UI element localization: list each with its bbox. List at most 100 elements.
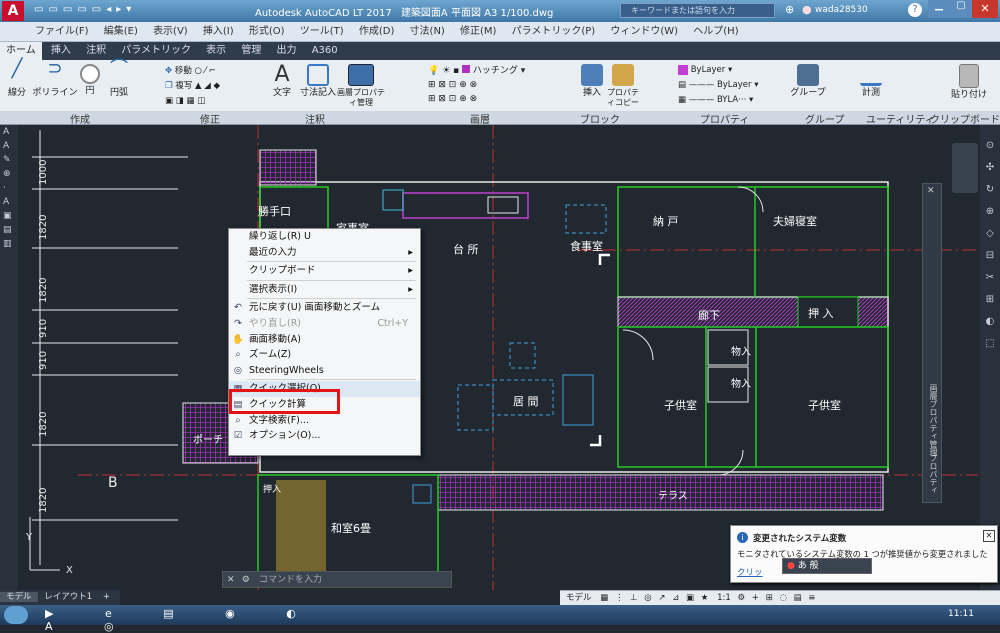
menu-dimension[interactable]: 寸法(N) [410,22,445,41]
dimension-tool[interactable]: 寸法記入 [298,64,338,98]
status-tools[interactable]: ▦ ⋮ ⊥ ◎ ↗ ⊿ ▣ ★ [600,593,710,603]
panel-properties[interactable]: プロパティ [700,111,749,126]
menu-item-undo[interactable]: ↶ 元に戻す(U) 画面移動とズーム [229,300,420,316]
menu-tools[interactable]: ツール(T) [300,22,344,41]
tab-model[interactable]: モデル [0,592,38,602]
text-tool[interactable]: A 文字 [270,64,294,99]
layer-properties-palette[interactable]: ✕ 画層プロパティ管理 プロパティ [922,183,942,503]
close-button[interactable]: ✕ [972,0,998,18]
tab-view[interactable]: 表示 [200,42,232,60]
room-label: 子供室 [808,398,841,412]
menu-insert[interactable]: 挿入(I) [203,22,234,41]
clock[interactable]: 11:11 [948,609,974,619]
arc-tool[interactable]: ⌒ 円弧 [104,60,134,99]
ime-icon: ● [787,561,795,571]
submenu-arrow-icon: ▸ [408,283,413,295]
circle-tool[interactable]: 円 [79,64,101,96]
username[interactable]: wada28530 [815,5,868,15]
status-tools-right[interactable]: ⚙ + ⊞ ◌ ▤ ≡ [737,593,817,603]
submenu-arrow-icon: ▸ [408,246,413,258]
room-label: 物入 [731,377,751,390]
menu-draw[interactable]: 作成(D) [359,22,395,41]
paste-tool[interactable]: 貼り付け [950,64,988,100]
panel-draw[interactable]: 作成 [70,111,90,126]
match-properties-tool[interactable]: プロパティコピー [605,64,641,108]
panel-clipboard[interactable]: クリップボード [930,111,1000,126]
dimension-text: 1820 [38,278,49,303]
minimize-button[interactable]: ▁ [928,0,950,18]
panel-layers[interactable]: 画層 [470,111,490,126]
drawing-canvas[interactable]: 勝手口 家事室 台 所 食事室 納 戸 夫婦寝室 廊下 押 入 物入 物入 居 … [18,125,980,590]
ribbon-tabs: ホーム 挿入 注釈 パラメトリック 表示 管理 出力 A360 [0,42,1000,60]
right-tool-icons[interactable]: ⊙ ✣ ↻ ⊕ ◇ ⊟ ✂ ⊞ ◐ ⬚ [980,125,1000,355]
menu-format[interactable]: 形式(O) [249,22,285,41]
palette-close-icon[interactable]: ✕ [927,186,935,196]
insert-block-tool[interactable]: 挿入 [575,64,609,98]
line-tool[interactable]: ╱ 線分 [4,60,30,99]
command-line[interactable]: ✕ ⚙ コマンドを入力 [222,571,452,588]
dimension-text: 1820 [38,215,49,240]
menu-help[interactable]: ヘルプ(H) [693,22,738,41]
command-input[interactable]: コマンドを入力 [259,575,322,585]
notification-close-button[interactable]: ✕ [983,530,995,542]
panel-modify[interactable]: 修正 [200,111,220,126]
navigation-bar[interactable] [952,143,978,193]
ime-toolbar[interactable]: ● あ 般 [782,558,872,574]
tab-annotate[interactable]: 注釈 [80,42,112,60]
modify-small-tools[interactable]: ✥ 移動 ○ ⁄ ⌐ ❐ 複写 ▲ ◢ ◆ ▣ ◨ ▦ ◫ [165,64,270,114]
taskbar-apps[interactable]: ▶ e ▤ ◉ ◐ A ◎ [45,607,375,633]
menu-item-repeat[interactable]: 繰り返し(R) U [229,229,420,245]
menu-file[interactable]: ファイル(F) [35,22,89,41]
tab-layout1[interactable]: レイアウト1 [40,592,96,602]
maximize-button[interactable]: ▢ [950,0,972,18]
command-wrench-icon[interactable]: ⚙ [242,575,250,585]
menu-item-selection-display[interactable]: 選択表示(I) ▸ [229,282,420,298]
measure-tool[interactable]: 計測 [858,64,884,98]
group-tool[interactable]: グループ [788,64,828,98]
panel-block[interactable]: ブロック [580,111,620,126]
layer-properties-tool[interactable]: 画層プロパティ管理 [335,64,387,108]
add-layout-icon[interactable]: + [99,592,114,602]
panel-utilities[interactable]: ユーティリティ [866,111,935,126]
menu-window[interactable]: ウィンドウ(W) [610,22,678,41]
binoculars-icon[interactable]: ⊕ [785,3,794,16]
model-space-button[interactable]: モデル [566,593,592,603]
help-icon[interactable]: ? [908,3,922,17]
layer-controls[interactable]: 💡 ☀ ▪ ハッチング ▾ ⊞ ⊠ ⊡ ⊕ ⊗ ⊞ ⊠ ⊡ ⊕ ⊗ [428,64,568,114]
menu-item-pan[interactable]: ✋ 画面移動(A) [229,332,420,348]
start-button[interactable] [4,606,28,624]
menu-item-recent-input[interactable]: 最近の入力 ▸ [229,245,420,261]
grid-label-b: B [108,475,118,491]
menu-item-find-text[interactable]: ⌕ 文字検索(F)... [229,413,420,429]
menu-view[interactable]: 表示(V) [153,22,188,41]
room-label: 台 所 [453,242,479,256]
properties-controls[interactable]: ByLayer ▾ ▤ ——— ByLayer ▾ ▦ ——— BYLA··· … [678,63,788,115]
polyline-tool[interactable]: ⊃ ポリライン [32,60,78,99]
quick-access-toolbar[interactable]: ▭▭▭▭▭◂▸▾ [34,4,184,18]
tab-a360[interactable]: A360 [306,42,344,60]
menu-item-steeringwheels[interactable]: ◎ SteeringWheels [229,363,420,379]
menu-item-clipboard[interactable]: クリップボード ▸ [229,263,420,279]
menu-parametric[interactable]: パラメトリック(P) [512,22,596,41]
menu-item-redo[interactable]: ↷ やり直し(R) Ctrl+Y [229,316,420,332]
notification-link[interactable]: クリッ [737,566,763,578]
annotation-scale[interactable]: 1:1 [717,593,731,603]
tab-output[interactable]: 出力 [271,42,303,60]
status-bar: モデル ▦ ⋮ ⊥ ◎ ↗ ⊿ ▣ ★ 1:1 ⚙ + ⊞ ◌ ▤ ≡ [560,590,1000,605]
panel-annotate[interactable]: 注釈 [305,111,325,126]
document-title: 建築図面A 平面図 A3 1/100.dwg [400,8,554,19]
info-icon: i [737,532,748,543]
menu-separator [247,298,416,300]
command-close-icon[interactable]: ✕ [227,575,235,585]
user-icon[interactable]: ● [802,3,812,16]
menu-edit[interactable]: 編集(E) [104,22,138,41]
tab-manage[interactable]: 管理 [235,42,267,60]
menu-item-zoom[interactable]: ⌕ ズーム(Z) [229,347,420,363]
menu-separator [247,279,416,281]
menu-item-options[interactable]: ☑ オプション(O)... [229,428,420,444]
panel-groups[interactable]: グループ [805,111,844,126]
left-tool-icons[interactable]: A A ✎ ⊕ · A ▣ ▤ ▥ [0,125,18,251]
app-logo[interactable]: A [2,1,24,21]
menu-modify[interactable]: 修正(M) [460,22,496,41]
search-input[interactable]: キーワードまたは語句を入力 [620,3,775,18]
